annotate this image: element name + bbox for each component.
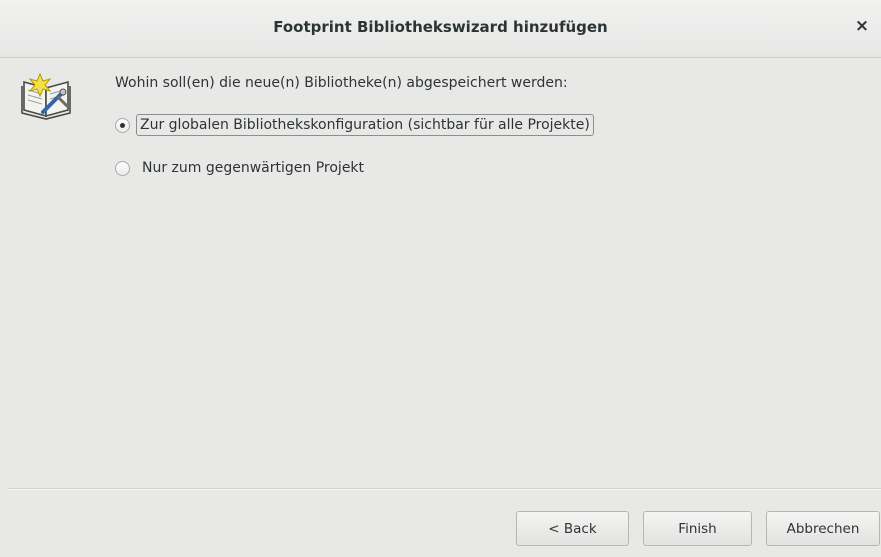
finish-button[interactable]: Finish	[643, 511, 752, 546]
button-separator	[8, 488, 881, 490]
radio-selected-icon[interactable]	[115, 117, 130, 133]
cancel-button[interactable]: Abbrechen	[766, 511, 880, 546]
option-current-project[interactable]: Nur zum gegenwärtigen Projekt	[115, 158, 367, 178]
option-global-config-label[interactable]: Zur globalen Bibliothekskonfiguration (s…	[136, 114, 594, 136]
wizard-book-icon	[18, 66, 76, 124]
back-button[interactable]: < Back	[516, 511, 629, 546]
dialog-title: Footprint Bibliothekswizard hinzufügen	[273, 18, 608, 36]
title-bar[interactable]: Footprint Bibliothekswizard hinzufügen ×	[0, 0, 881, 58]
question-label: Wohin soll(en) die neue(n) Bibliotheke(n…	[115, 75, 568, 91]
option-global-config[interactable]: Zur globalen Bibliothekskonfiguration (s…	[115, 114, 594, 136]
close-icon[interactable]: ×	[853, 17, 871, 35]
radio-unselected-icon[interactable]	[115, 160, 130, 176]
dialog-window: Footprint Bibliothekswizard hinzufügen ×…	[0, 0, 881, 557]
option-current-project-label[interactable]: Nur zum gegenwärtigen Projekt	[139, 158, 367, 178]
